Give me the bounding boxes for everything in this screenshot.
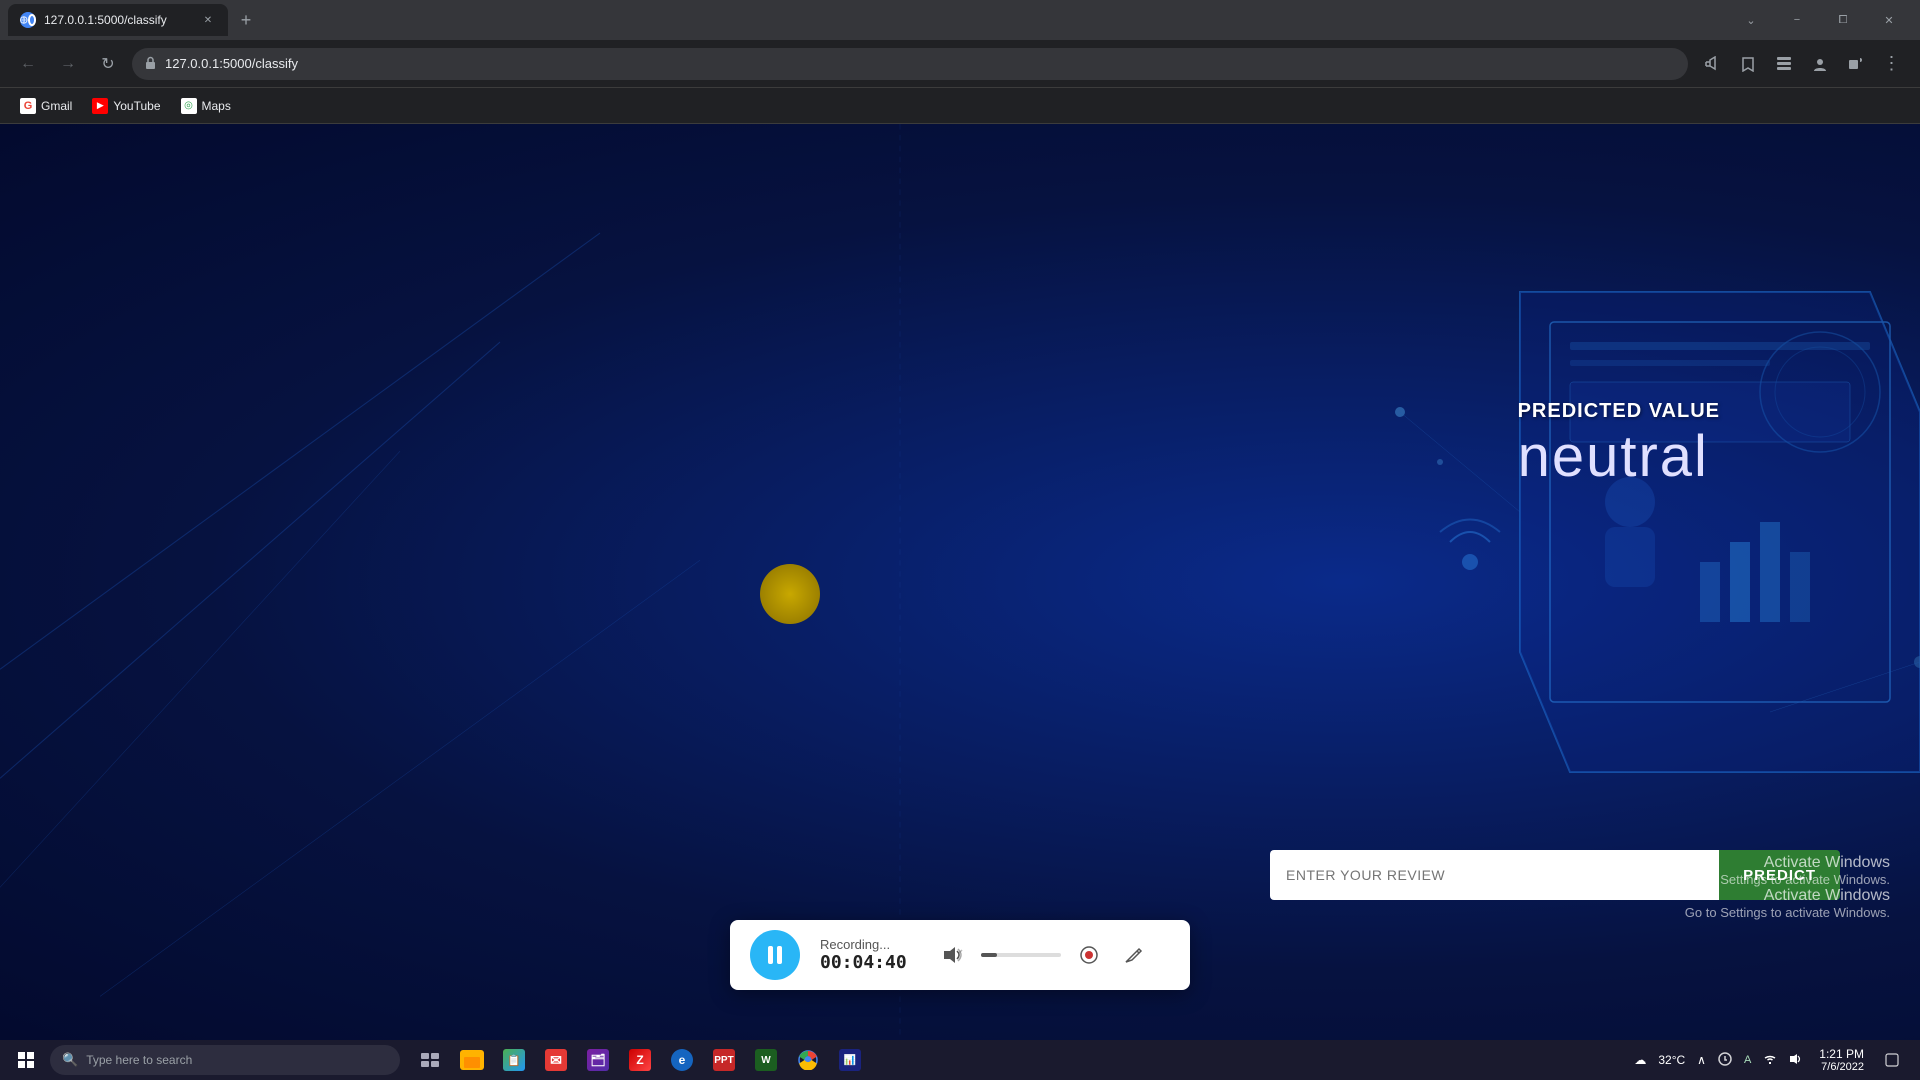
start-button[interactable] [4,1040,48,1080]
activate-title: Activate Windows [1685,854,1890,872]
taskbar: 🔍 Type here to search 📋 ✉ [0,1040,1920,1080]
activate-sub3: Go to Settings to activate Windows. [1685,905,1890,920]
tab-title: 127.0.0.1:5000/classify [44,13,192,27]
maps-favicon: ◎ [181,98,197,114]
recording-status: Recording... [820,937,907,952]
extensions-button[interactable] [1840,48,1872,80]
share-button[interactable] [1696,48,1728,80]
search-icon: 🔍 [62,1052,78,1068]
app9-button[interactable]: W [746,1040,786,1080]
reload-button[interactable]: ↻ [92,48,124,80]
clock-date: 7/6/2022 [1821,1061,1864,1073]
predicted-panel: PREDICTED VALUE neutral [1518,400,1720,490]
volume-button[interactable] [937,939,969,971]
bookmark-button[interactable] [1732,48,1764,80]
profile-button[interactable] [1804,48,1836,80]
tab-search-button[interactable] [1768,48,1800,80]
recording-controls [937,939,1149,971]
recording-info: Recording... 00:04:40 [820,937,907,973]
explorer-button[interactable] [452,1040,492,1080]
temperature-display: 32°C [1654,1053,1689,1067]
close-button[interactable]: ✕ [1866,0,1912,40]
search-placeholder-text: Type here to search [86,1053,192,1067]
tab-favicon [20,12,36,28]
window-controls: ⌄ − ⧠ ✕ [1728,0,1912,40]
gmail-favicon: G [20,98,36,114]
taskbar-search[interactable]: 🔍 Type here to search [50,1045,400,1075]
youtube-favicon: ▶ [92,98,108,114]
taskbar-apps: 📋 ✉ 🗂 Z e PPT W � [410,1040,870,1080]
bookmark-youtube-label: YouTube [113,99,160,113]
activate-windows-watermark: Activate Windows Go to Settings to activ… [1685,854,1890,920]
tab-close-button[interactable]: ✕ [200,12,216,28]
more-button[interactable]: ⋮ [1876,48,1908,80]
predicted-value-text: neutral [1518,423,1720,490]
taskbar-right: ☁ 32°C ∧ A 1:21 PM 7/6/2022 [1630,1040,1916,1080]
volume-taskbar-icon[interactable] [1785,1052,1807,1069]
chrome-button[interactable] [788,1040,828,1080]
pause-button[interactable] [750,930,800,980]
bookmark-maps[interactable]: ◎ Maps [173,94,239,118]
active-tab[interactable]: 127.0.0.1:5000/classify ✕ [8,4,228,36]
weather-icon[interactable]: ☁ [1630,1053,1650,1067]
browser-chrome: 127.0.0.1:5000/classify ✕ + ⌄ − ⧠ ✕ ← → … [0,0,1920,124]
predicted-label-text: PREDICTED VALUE [1518,400,1720,423]
wifi-icon[interactable] [1759,1052,1781,1069]
activate-title2: Activate Windows [1685,887,1890,905]
show-hidden-icons[interactable]: ∧ [1693,1053,1710,1067]
address-text: 127.0.0.1:5000/classify [165,56,1676,71]
activate-sub1: Go to Settings to activate Windows. [1685,872,1890,887]
maximize-button[interactable]: ⧠ [1820,0,1866,40]
update-icon[interactable] [1714,1052,1736,1069]
new-tab-button[interactable]: + [232,6,260,34]
review-input[interactable] [1270,850,1719,900]
app3-button[interactable]: 📋 [494,1040,534,1080]
nav-bar: ← → ↻ 127.0.0.1:5000/classify [0,40,1920,88]
app7-button[interactable]: e [662,1040,702,1080]
bookmark-gmail[interactable]: G Gmail [12,94,80,118]
app10-button[interactable]: 📊 [830,1040,870,1080]
volume-slider[interactable] [981,953,1061,957]
app8-button[interactable]: PPT [704,1040,744,1080]
pause-icon [768,946,782,964]
app5-button[interactable]: 🗂 [578,1040,618,1080]
back-button[interactable]: ← [12,48,44,80]
bookmark-maps-label: Maps [202,99,231,113]
recording-timer: 00:04:40 [820,952,907,973]
app6-button[interactable]: Z [620,1040,660,1080]
notification-center-button[interactable] [1876,1040,1908,1080]
volume-fill [981,953,997,957]
ime-icon[interactable]: A [1740,1054,1755,1066]
bookmark-youtube[interactable]: ▶ YouTube [84,94,168,118]
main-content: PREDICTED VALUE neutral PREDICT Recordin… [0,124,1920,1040]
clock[interactable]: 1:21 PM 7/6/2022 [1811,1047,1872,1073]
bookmark-gmail-label: Gmail [41,99,72,113]
address-bar[interactable]: 127.0.0.1:5000/classify [132,48,1688,80]
minimize-button[interactable]: − [1774,0,1820,40]
record-stop-button[interactable] [1073,939,1105,971]
app4-button[interactable]: ✉ [536,1040,576,1080]
forward-button[interactable]: → [52,48,84,80]
taskview-button[interactable] [410,1040,450,1080]
tab-bar: 127.0.0.1:5000/classify ✕ + ⌄ − ⧠ ✕ [0,0,1920,40]
recording-bar: Recording... 00:04:40 [730,920,1190,990]
bookmarks-bar: G Gmail ▶ YouTube ◎ Maps [0,88,1920,124]
security-icon [144,56,157,72]
cursor-indicator [760,564,820,624]
nav-actions: ⋮ [1696,48,1908,80]
restore-down-button[interactable]: ⌄ [1728,0,1774,40]
clock-time: 1:21 PM [1819,1047,1864,1061]
annotate-button[interactable] [1117,939,1149,971]
